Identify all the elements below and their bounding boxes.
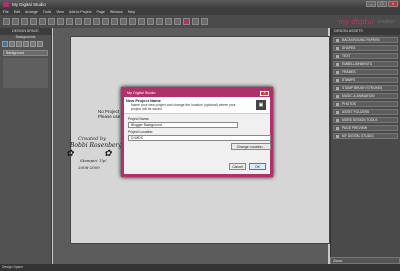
flower-icon: ✿ [66,149,74,159]
print-icon[interactable] [30,18,37,25]
eraser-tool-icon[interactable] [37,41,43,47]
new-project-dialog: My Digital Studio X New Project Name Nam… [121,87,273,177]
asset-embellishments[interactable]: EMBELLISHMENTS [333,61,398,67]
logo-script: my digital [338,17,374,26]
shape-tool-icon[interactable] [129,18,136,25]
layer-down-icon[interactable] [156,18,163,25]
share-icon[interactable] [192,18,199,25]
zoom-control[interactable]: Zoom: [330,257,400,264]
watermark-line2: Bobbi Rosenberg [70,142,123,149]
crop-tool-icon[interactable] [9,41,15,47]
tool-row [0,40,51,48]
close-window-button[interactable]: × [388,1,398,7]
grid-icon[interactable] [93,18,100,25]
undo-icon[interactable] [39,18,46,25]
text-tool-icon[interactable] [120,18,127,25]
rotate-icon[interactable] [165,18,172,25]
asset-folders[interactable]: ASSET FOLDERS [333,109,398,115]
app-window: My Digital Studio – □ × File Edit Arrang… [0,0,400,271]
dialog-banner: New Project Name Name your new project a… [124,97,270,114]
asset-more-design-tools[interactable]: MORE DESIGN TOOLS [333,117,398,123]
status-left: Design Space [0,264,52,271]
app-icon [3,2,9,7]
watermark-line4: 2008-2009 [78,165,100,170]
redo-icon[interactable] [48,18,55,25]
copy-icon[interactable] [66,18,73,25]
status-bar [52,264,400,271]
maximize-button[interactable]: □ [377,1,387,7]
layer-up-icon[interactable] [147,18,154,25]
right-panel: DESIGN ASSETS BACKGROUND PAPERS SHAPES T… [330,28,400,264]
dialog-title: My Digital Studio [127,91,156,95]
brush-tool-icon[interactable] [23,41,29,47]
pen-tool-icon[interactable] [16,41,22,47]
canvas-message: No Project Please use [98,109,120,119]
select-tool-icon[interactable] [2,41,8,47]
logo-studio: STUDIO [376,19,394,24]
dialog-close-button[interactable]: X [260,90,269,96]
save-icon[interactable] [21,18,28,25]
project-location-input[interactable]: D:\MDS [128,135,271,141]
watermark-line3: Stampin' Up! [80,158,107,163]
title-bar: My Digital Studio – □ × [0,0,400,9]
right-panel-title: DESIGN ASSETS [331,28,400,35]
asset-stamp-brush-strokes[interactable]: STAMP BRUSH STROKES [333,85,398,91]
asset-stamps[interactable]: STAMPS [333,77,398,83]
dialog-description: Name your new project and change the loc… [131,103,236,111]
layer-dropdown[interactable]: Background [3,50,48,56]
window-controls: – □ × [366,1,398,7]
project-icon: ▣ [256,100,266,110]
dialog-buttons: Cancel OK [229,163,266,170]
project-name-input[interactable]: Blogger Background [128,122,238,128]
asset-background-papers[interactable]: BACKGROUND PAPERS [333,37,398,43]
brand-logo: my digital STUDIO [339,16,395,27]
dialog-body: Project Name: Blogger Background Project… [124,114,271,153]
swatch-area [3,58,48,88]
zoom-icon[interactable] [84,18,91,25]
asset-my-digital-studio[interactable]: MY DIGITAL STUDIO [333,133,398,139]
fill-tool-icon[interactable] [30,41,36,47]
asset-music-animation[interactable]: MUSIC & ANIMATION [333,93,398,99]
watermark: Created by Bobbi Rosenberg ✿ ✿ Stampin' … [64,136,124,186]
ok-button[interactable]: OK [249,163,266,170]
export-icon[interactable] [201,18,208,25]
cancel-button[interactable]: Cancel [229,163,246,170]
dialog-title-bar: My Digital Studio X [124,90,270,97]
asset-photos[interactable]: PHOTOS [333,101,398,107]
group-icon[interactable] [111,18,118,25]
paste-icon[interactable] [75,18,82,25]
asset-text[interactable]: TEXT [333,53,398,59]
cut-icon[interactable] [57,18,64,25]
open-icon[interactable] [12,18,19,25]
minimize-button[interactable]: – [366,1,376,7]
flip-icon[interactable] [174,18,181,25]
window-title: My Digital Studio [12,2,46,7]
preview-icon[interactable] [183,18,190,25]
left-panel-title: DESIGN SPACE [0,28,51,35]
asset-frames[interactable]: FRAMES [333,69,398,75]
asset-page-preview[interactable]: PAGE PREVIEW [333,125,398,131]
image-tool-icon[interactable] [138,18,145,25]
new-project-icon[interactable] [3,18,10,25]
align-icon[interactable] [102,18,109,25]
asset-shapes[interactable]: SHAPES [333,45,398,51]
canvas-message-line2: Please use [98,114,121,119]
left-panel: DESIGN SPACE Backgrounds Background [0,28,52,264]
change-location-button[interactable]: Change Location... [231,143,271,150]
